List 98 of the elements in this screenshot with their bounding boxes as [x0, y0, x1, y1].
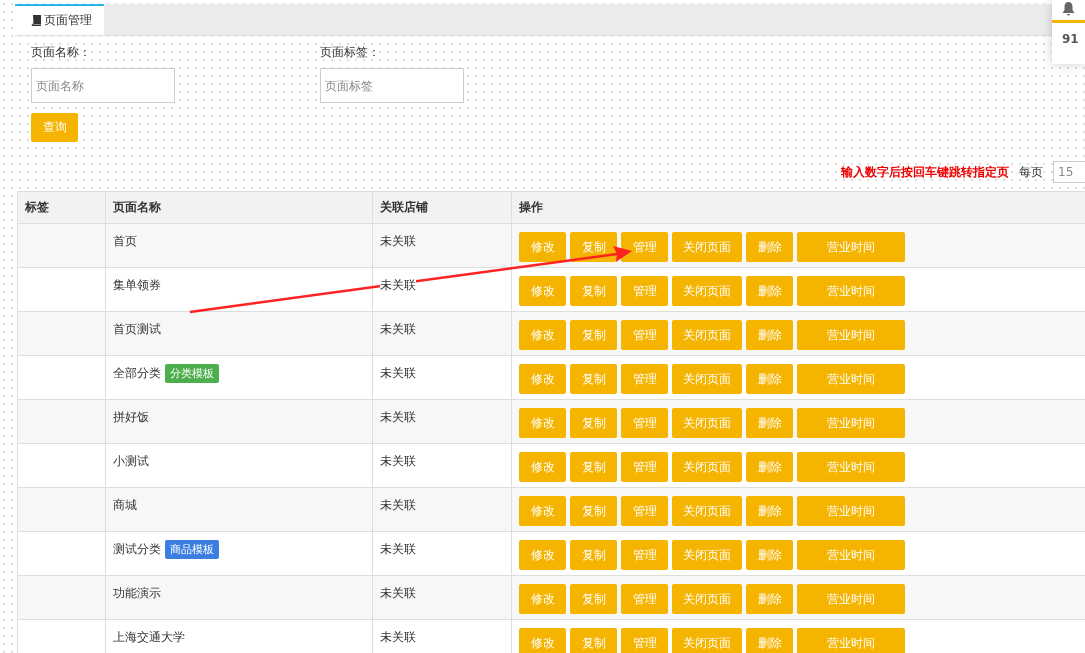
action-button[interactable]: 修改	[519, 496, 566, 526]
tab[interactable]: 页面管理	[15, 4, 104, 35]
action-button[interactable]: 复制	[570, 496, 617, 526]
field-label: 页面名称：	[31, 44, 92, 61]
action-button[interactable]: 删除	[746, 496, 793, 526]
template-tag: 商品模板	[165, 540, 219, 559]
action-button[interactable]: 删除	[746, 320, 793, 350]
input-field[interactable]: 页面名称	[31, 68, 175, 103]
action-button[interactable]: 关闭页面	[672, 452, 742, 482]
action-button[interactable]: 删除	[746, 364, 793, 394]
page-jump-hint: 输入数字后按回车键跳转指定页	[841, 163, 1009, 181]
action-button[interactable]: 营业时间	[797, 276, 905, 306]
action-button[interactable]: 营业时间	[797, 408, 905, 438]
per-page-field[interactable]: 15	[1053, 161, 1085, 183]
action-button[interactable]: 管理	[621, 320, 668, 350]
action-button[interactable]: 修改	[519, 540, 566, 570]
action-button[interactable]: 关闭页面	[672, 408, 742, 438]
store-status: 未关联	[380, 277, 416, 294]
page-name: 全部分类	[113, 365, 161, 382]
input-field[interactable]: 页面标签	[320, 68, 464, 103]
action-button[interactable]: 关闭页面	[672, 628, 742, 653]
action-button[interactable]: 修改	[519, 276, 566, 306]
store-status: 未关联	[380, 585, 416, 602]
action-button[interactable]: 删除	[746, 584, 793, 614]
action-button[interactable]: 营业时间	[797, 584, 905, 614]
per-page-label: 每页	[1019, 163, 1043, 181]
action-button[interactable]: 复制	[570, 408, 617, 438]
page-name: 测试分类	[113, 541, 161, 558]
action-button[interactable]: 管理	[621, 364, 668, 394]
page-name: 上海交通大学	[113, 629, 185, 646]
action-button[interactable]: 营业时间	[797, 452, 905, 482]
store-status: 未关联	[380, 453, 416, 470]
page-name: 首页测试	[113, 321, 161, 338]
page-name: 商城	[113, 497, 137, 514]
action-button[interactable]: 营业时间	[797, 320, 905, 350]
action-button[interactable]: 删除	[746, 540, 793, 570]
template-tag: 分类模板	[165, 364, 219, 383]
action-button[interactable]: 删除	[746, 628, 793, 653]
store-status: 未关联	[380, 321, 416, 338]
action-button[interactable]: 修改	[519, 320, 566, 350]
action-button[interactable]: 删除	[746, 232, 793, 262]
column-header: 操作	[511, 191, 1085, 224]
action-button[interactable]: 修改	[519, 584, 566, 614]
action-button[interactable]: 复制	[570, 452, 617, 482]
query-button[interactable]: 查询	[31, 113, 78, 142]
action-button[interactable]: 关闭页面	[672, 364, 742, 394]
action-button[interactable]: 删除	[746, 276, 793, 306]
action-button[interactable]: 复制	[570, 364, 617, 394]
column-header: 关联店铺	[372, 191, 512, 224]
store-status: 未关联	[380, 497, 416, 514]
book-icon	[31, 15, 41, 26]
action-button[interactable]: 管理	[621, 628, 668, 653]
action-button[interactable]: 管理	[621, 540, 668, 570]
action-button[interactable]: 修改	[519, 452, 566, 482]
action-button[interactable]: 复制	[570, 320, 617, 350]
bell-icon	[1062, 2, 1075, 16]
action-button[interactable]: 关闭页面	[672, 540, 742, 570]
action-button[interactable]: 关闭页面	[672, 320, 742, 350]
store-status: 未关联	[380, 541, 416, 558]
action-button[interactable]: 管理	[621, 496, 668, 526]
action-button[interactable]: 管理	[621, 408, 668, 438]
action-button[interactable]: 复制	[570, 628, 617, 653]
action-button[interactable]: 修改	[519, 364, 566, 394]
action-button[interactable]: 营业时间	[797, 364, 905, 394]
page-name: 小测试	[113, 453, 149, 470]
action-button[interactable]: 复制	[570, 276, 617, 306]
store-status: 未关联	[380, 409, 416, 426]
page-name: 功能演示	[113, 585, 161, 602]
action-button[interactable]: 营业时间	[797, 540, 905, 570]
action-button[interactable]: 删除	[746, 452, 793, 482]
action-button[interactable]: 关闭页面	[672, 496, 742, 526]
action-button[interactable]: 复制	[570, 584, 617, 614]
action-button[interactable]: 关闭页面	[672, 232, 742, 262]
action-button[interactable]: 营业时间	[797, 496, 905, 526]
action-button[interactable]: 删除	[746, 408, 793, 438]
action-button[interactable]: 修改	[519, 628, 566, 653]
action-button[interactable]: 管理	[621, 584, 668, 614]
action-button[interactable]: 复制	[570, 540, 617, 570]
action-button[interactable]: 关闭页面	[672, 276, 742, 306]
page-name: 拼好饭	[113, 409, 149, 426]
action-button[interactable]: 关闭页面	[672, 584, 742, 614]
store-status: 未关联	[380, 233, 416, 250]
store-status: 未关联	[380, 629, 416, 646]
store-status: 未关联	[380, 365, 416, 382]
column-header: 页面名称	[105, 191, 373, 224]
field-label: 页面标签：	[320, 44, 381, 61]
page-name: 集单领券	[113, 277, 161, 294]
column-header: 标签	[17, 191, 106, 224]
action-button[interactable]: 管理	[621, 232, 668, 262]
action-button[interactable]: 管理	[621, 276, 668, 306]
action-button[interactable]: 复制	[570, 232, 617, 262]
action-button[interactable]: 修改	[519, 232, 566, 262]
action-button[interactable]: 管理	[621, 452, 668, 482]
action-button[interactable]: 修改	[519, 408, 566, 438]
action-button[interactable]: 营业时间	[797, 628, 905, 653]
action-button[interactable]: 营业时间	[797, 232, 905, 262]
notification-count: 91	[1061, 32, 1079, 46]
page-name: 首页	[113, 233, 137, 250]
